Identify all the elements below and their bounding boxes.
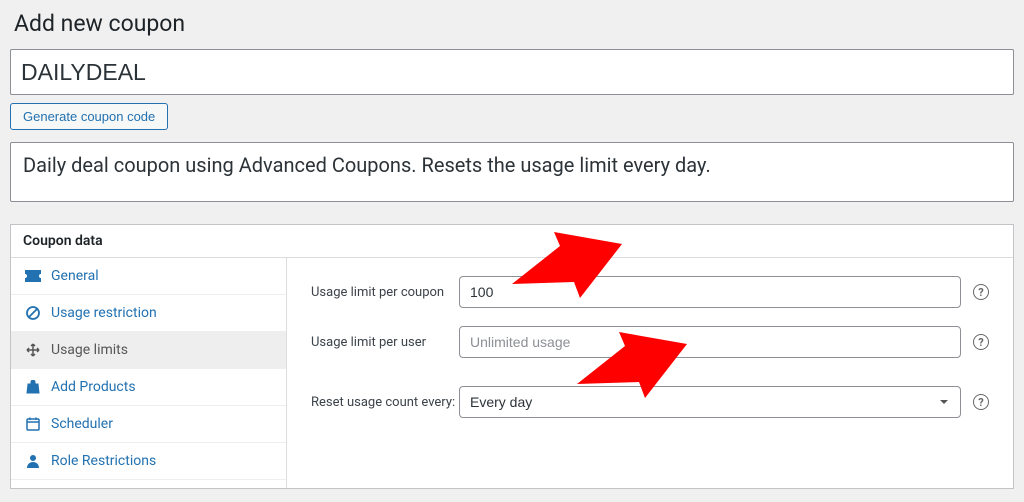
tab-usage-restriction[interactable]: Usage restriction [11, 295, 286, 332]
tab-label: Usage limits [51, 342, 128, 358]
tab-general[interactable]: General [11, 258, 286, 295]
tab-add-products[interactable]: Add Products [11, 369, 286, 406]
usage-limit-per-user-label: Usage limit per user [311, 335, 459, 350]
tab-scheduler[interactable]: Scheduler [11, 406, 286, 443]
reset-usage-count-select[interactable]: Every day [459, 386, 961, 418]
generate-coupon-button[interactable]: Generate coupon code [10, 103, 168, 130]
move-icon [25, 343, 41, 357]
bag-icon [25, 380, 41, 394]
tab-usage-limits[interactable]: Usage limits [11, 332, 286, 369]
tab-label: Usage restriction [51, 305, 157, 321]
help-icon[interactable]: ? [973, 284, 989, 300]
tab-role-restrictions[interactable]: Role Restrictions [11, 443, 286, 480]
calendar-icon [25, 417, 41, 431]
tab-label: General [51, 268, 99, 284]
usage-limit-per-coupon-input[interactable] [459, 276, 961, 308]
ticket-icon [25, 270, 41, 282]
coupon-code-input[interactable] [10, 49, 1014, 95]
usage-limits-content: Usage limit per coupon ? Usage limit per… [287, 258, 1013, 488]
coupon-data-tabs: General Usage restriction Usage limits A… [11, 258, 287, 488]
person-icon [25, 454, 41, 468]
tab-label: Role Restrictions [51, 453, 156, 469]
panel-header-title: Coupon data [11, 225, 1013, 258]
usage-limit-per-coupon-label: Usage limit per coupon [311, 285, 459, 300]
reset-usage-count-label: Reset usage count every: [311, 395, 459, 410]
coupon-description-input[interactable]: Daily deal coupon using Advanced Coupons… [10, 142, 1014, 202]
no-entry-icon [25, 306, 41, 320]
help-icon[interactable]: ? [973, 334, 989, 350]
coupon-data-panel: Coupon data General Usage restriction Us… [10, 224, 1014, 489]
tab-label: Scheduler [51, 416, 113, 432]
help-icon[interactable]: ? [973, 394, 989, 410]
tab-label: Add Products [51, 379, 136, 395]
page-title: Add new coupon [10, 10, 1014, 49]
usage-limit-per-user-input[interactable] [459, 326, 961, 358]
